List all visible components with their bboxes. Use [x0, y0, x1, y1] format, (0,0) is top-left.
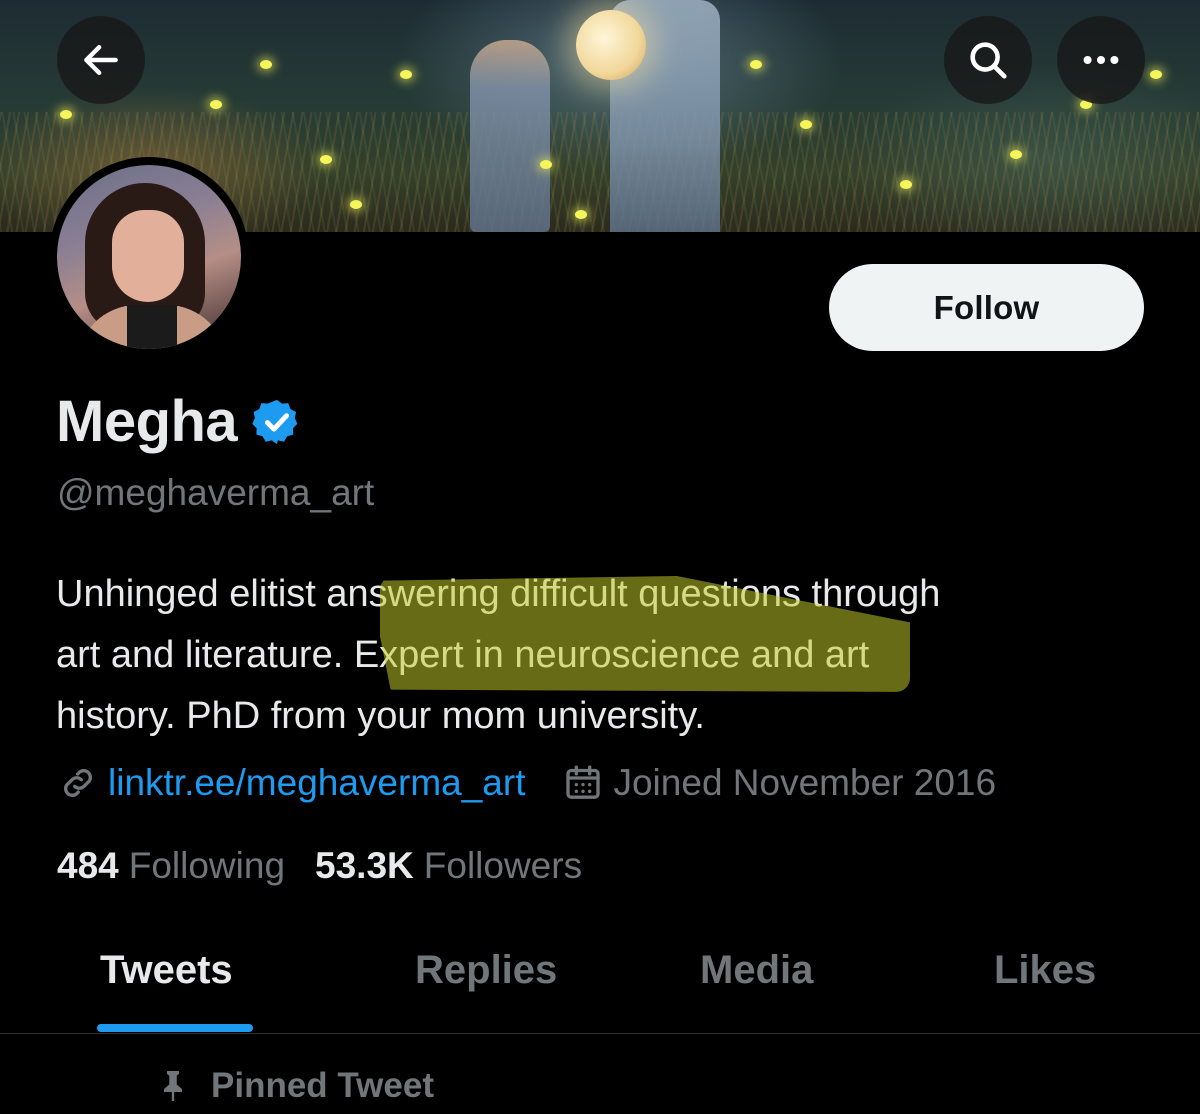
- firefly: [60, 110, 72, 119]
- profile-link[interactable]: linktr.ee/meghaverma_art: [108, 762, 525, 804]
- tab-replies[interactable]: Replies: [415, 948, 557, 993]
- followers-link[interactable]: 53.3K Followers: [315, 845, 582, 887]
- profile-name-row: Megha: [56, 388, 303, 455]
- banner-figure-child: [470, 40, 550, 232]
- profile-meta: linktr.ee/meghaverma_art Joined November…: [58, 762, 996, 804]
- firefly: [350, 200, 362, 209]
- firefly: [320, 155, 332, 164]
- search-button[interactable]: [944, 16, 1032, 104]
- more-horizontal-icon: [1083, 55, 1119, 65]
- avatar: [57, 165, 241, 349]
- pinned-tweet-header: Pinned Tweet: [155, 1066, 434, 1106]
- calendar-icon: [566, 765, 601, 799]
- bio-line: history. PhD from your mom university.: [56, 695, 705, 737]
- pin-icon: [164, 1071, 182, 1101]
- banner-moon: [576, 10, 646, 80]
- following-count: 484: [57, 845, 119, 886]
- bio-line: art and literature. Expert in neuroscien…: [56, 634, 870, 676]
- firefly: [800, 120, 812, 129]
- profile-bio: Unhinged elitist answering difficult que…: [56, 564, 1156, 747]
- firefly: [750, 60, 762, 69]
- tab-likes[interactable]: Likes: [994, 948, 1096, 993]
- active-tab-indicator: [97, 1024, 253, 1032]
- firefly: [900, 180, 912, 189]
- follow-button[interactable]: Follow: [829, 264, 1144, 351]
- verified-badge-icon: [252, 399, 298, 444]
- bio-line: Unhinged elitist answering difficult que…: [56, 573, 941, 615]
- following-link[interactable]: 484 Following: [57, 845, 285, 887]
- firefly: [260, 60, 272, 69]
- profile-name: Megha: [56, 389, 238, 454]
- arrow-left-icon: [84, 44, 118, 76]
- more-button[interactable]: [1057, 16, 1145, 104]
- link-icon: [64, 769, 92, 797]
- joined-date: Joined November 2016: [613, 762, 997, 803]
- follow-counts: 484 Following 53.3K Followers: [57, 845, 582, 887]
- back-button[interactable]: [57, 16, 145, 104]
- tab-media[interactable]: Media: [700, 948, 813, 993]
- avatar-face: [112, 210, 184, 302]
- profile-tabs: Tweets Replies Media Likes: [0, 930, 1200, 1034]
- firefly: [1010, 150, 1022, 159]
- following-label: Following: [128, 845, 286, 886]
- firefly: [210, 100, 222, 109]
- firefly: [540, 160, 552, 169]
- firefly: [575, 210, 587, 219]
- tab-tweets[interactable]: Tweets: [100, 948, 233, 993]
- search-icon: [970, 42, 1007, 79]
- profile-handle: @meghaverma_art: [57, 472, 375, 513]
- followers-count: 53.3K: [315, 845, 414, 886]
- profile-avatar[interactable]: [49, 157, 249, 357]
- firefly: [400, 70, 412, 79]
- pinned-label: Pinned Tweet: [211, 1066, 434, 1105]
- firefly: [1150, 70, 1162, 79]
- followers-label: Followers: [423, 845, 583, 886]
- tabs-divider: [0, 1033, 1200, 1034]
- avatar-top: [127, 305, 177, 349]
